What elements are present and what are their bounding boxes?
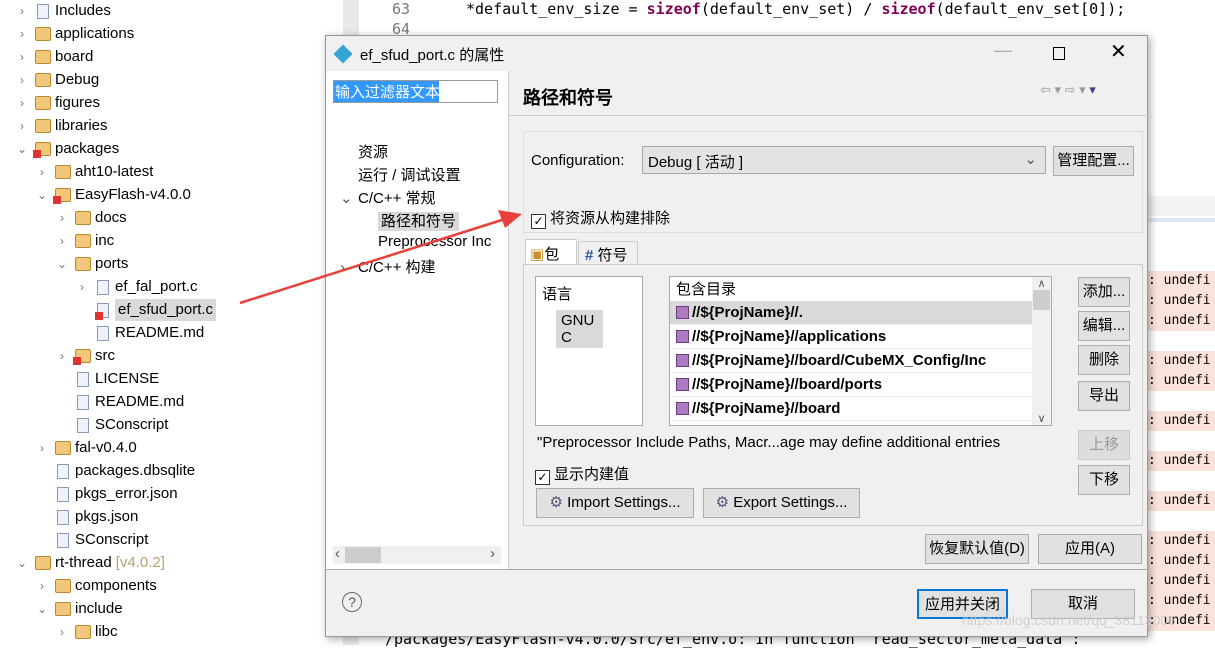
arrow-head <box>498 210 522 228</box>
arrow-line <box>239 217 506 305</box>
annotation-arrow <box>239 210 522 305</box>
watermark: https://blog.csdn.net/qq_38113006 <box>962 612 1176 628</box>
